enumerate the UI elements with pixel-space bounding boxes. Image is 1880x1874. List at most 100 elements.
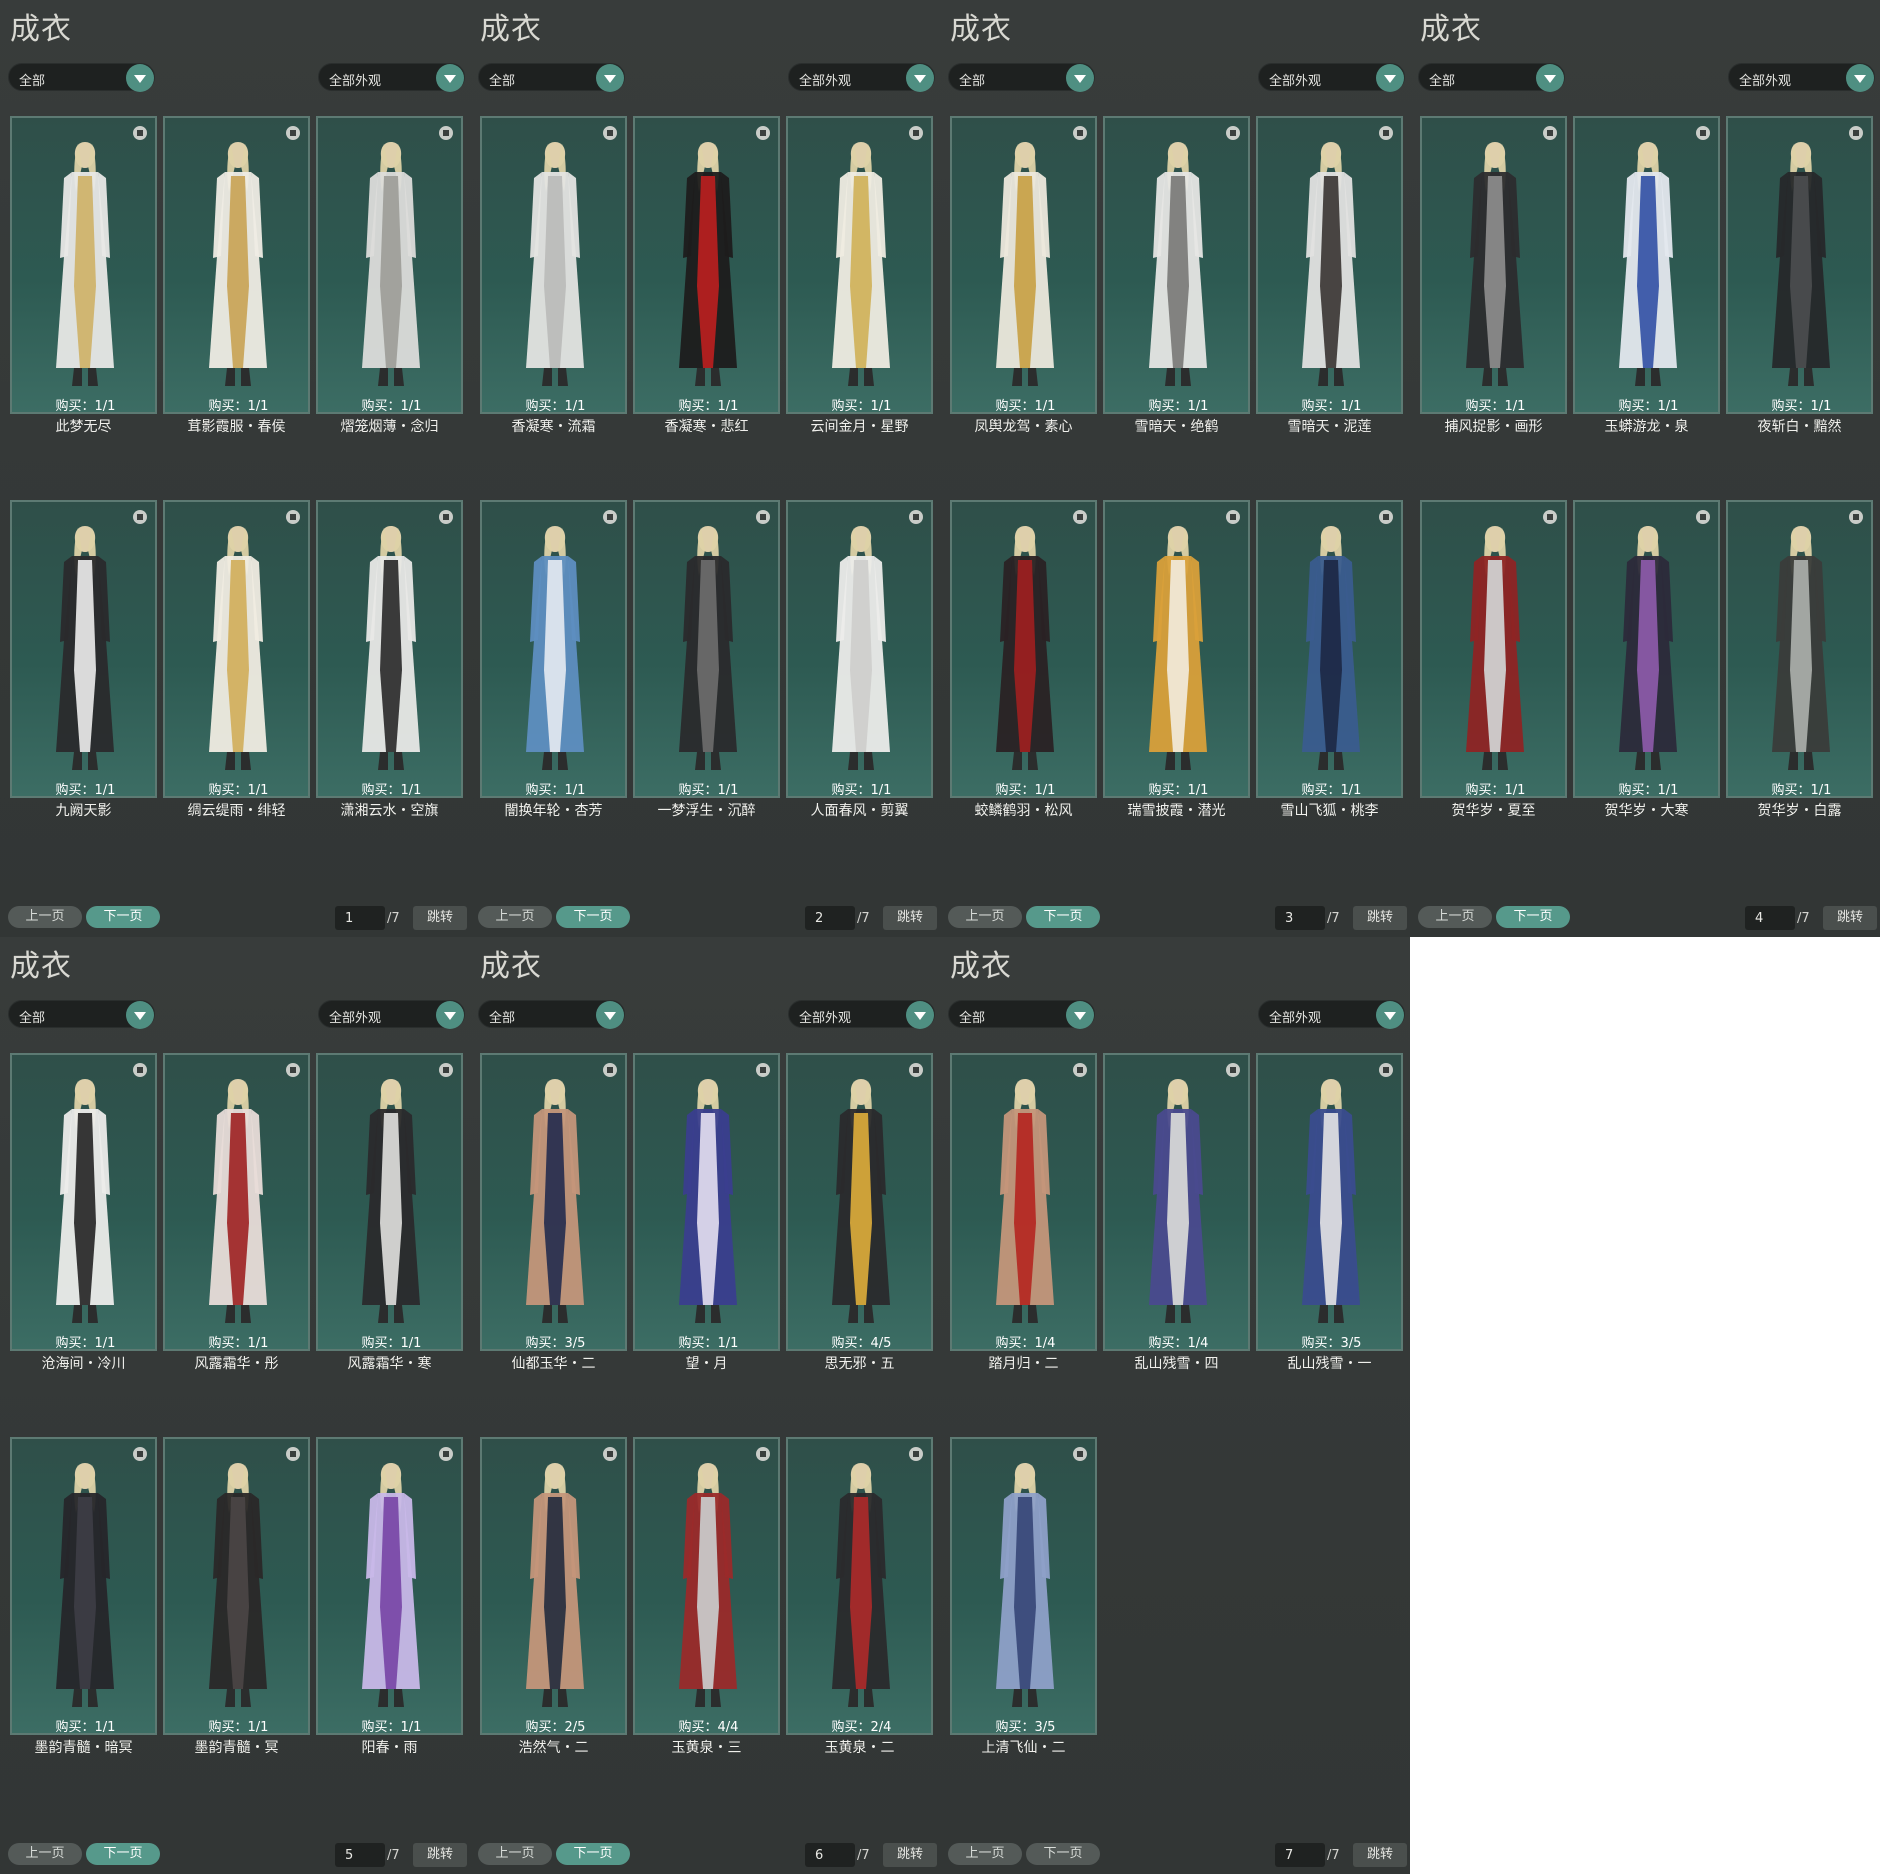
- outfit-card[interactable]: 购买：1/1 云间金月・星野: [786, 116, 933, 435]
- chevron-down-icon[interactable]: [1846, 64, 1874, 92]
- outfit-card[interactable]: 购买：1/1 茸影霞服・春侯: [163, 116, 310, 435]
- outfit-preview[interactable]: 购买：1/1: [316, 1053, 463, 1351]
- outfit-card[interactable]: 购买：1/1 潇湘云水・空旗: [316, 500, 463, 819]
- next-page-button[interactable]: 下一页: [1496, 906, 1570, 928]
- delete-icon[interactable]: [1379, 126, 1393, 140]
- category-dropdown[interactable]: 全部: [948, 63, 1095, 92]
- outfit-card[interactable]: 购买：2/4 玉黄泉・二: [786, 1437, 933, 1756]
- chevron-down-icon[interactable]: [1376, 1001, 1404, 1029]
- delete-icon[interactable]: [909, 510, 923, 524]
- outfit-card[interactable]: 购买：1/1 人面春风・剪翼: [786, 500, 933, 819]
- outfit-preview[interactable]: 购买：1/1: [633, 116, 780, 414]
- chevron-down-icon[interactable]: [126, 64, 154, 92]
- outfit-card[interactable]: 购买：1/1 瑞雪披霞・潜光: [1103, 500, 1250, 819]
- chevron-down-icon[interactable]: [436, 1001, 464, 1029]
- outfit-preview[interactable]: 购买：2/5: [480, 1437, 627, 1735]
- outfit-card[interactable]: 购买：1/1 贺华岁・白露: [1726, 500, 1873, 819]
- next-page-button[interactable]: 下一页: [1026, 1843, 1100, 1865]
- outfit-preview[interactable]: 购买：4/4: [633, 1437, 780, 1735]
- delete-icon[interactable]: [756, 126, 770, 140]
- outfit-preview[interactable]: 购买：1/1: [1726, 500, 1873, 798]
- outfit-preview[interactable]: 购买：4/5: [786, 1053, 933, 1351]
- chevron-down-icon[interactable]: [596, 64, 624, 92]
- delete-icon[interactable]: [286, 510, 300, 524]
- next-page-button[interactable]: 下一页: [1026, 906, 1100, 928]
- jump-button[interactable]: 跳转: [1353, 1843, 1407, 1867]
- appearance-dropdown[interactable]: 全部外观: [318, 63, 465, 92]
- outfit-preview[interactable]: 购买：1/1: [316, 500, 463, 798]
- outfit-card[interactable]: 购买：1/1 沧海间・冷川: [10, 1053, 157, 1372]
- delete-icon[interactable]: [1226, 1063, 1240, 1077]
- delete-icon[interactable]: [1073, 1063, 1087, 1077]
- prev-page-button[interactable]: 上一页: [1418, 906, 1492, 928]
- delete-icon[interactable]: [1226, 126, 1240, 140]
- page-number-input[interactable]: 6/7: [805, 1843, 870, 1867]
- outfit-card[interactable]: 购买：1/1 闇换年轮・杏芳: [480, 500, 627, 819]
- jump-button[interactable]: 跳转: [1353, 906, 1407, 930]
- delete-icon[interactable]: [603, 510, 617, 524]
- outfit-card[interactable]: 购买：3/5 上清飞仙・二: [950, 1437, 1097, 1756]
- appearance-dropdown[interactable]: 全部外观: [788, 1000, 935, 1029]
- chevron-down-icon[interactable]: [1536, 64, 1564, 92]
- outfit-preview[interactable]: 购买：3/5: [480, 1053, 627, 1351]
- outfit-card[interactable]: 购买：1/1 雪暗天・绝鹤: [1103, 116, 1250, 435]
- outfit-preview[interactable]: 购买：1/1: [1420, 500, 1567, 798]
- delete-icon[interactable]: [439, 126, 453, 140]
- outfit-preview[interactable]: 购买：1/1: [10, 116, 157, 414]
- page-number-input[interactable]: 3/7: [1275, 906, 1340, 930]
- delete-icon[interactable]: [756, 1063, 770, 1077]
- outfit-card[interactable]: 购买：1/1 望・月: [633, 1053, 780, 1372]
- prev-page-button[interactable]: 上一页: [948, 1843, 1022, 1865]
- jump-button[interactable]: 跳转: [883, 1843, 937, 1867]
- outfit-preview[interactable]: 购买：1/1: [786, 116, 933, 414]
- delete-icon[interactable]: [1379, 510, 1393, 524]
- prev-page-button[interactable]: 上一页: [478, 1843, 552, 1865]
- category-dropdown[interactable]: 全部: [8, 1000, 155, 1029]
- outfit-preview[interactable]: 购买：1/1: [1573, 116, 1720, 414]
- outfit-preview[interactable]: 购买：1/4: [950, 1053, 1097, 1351]
- appearance-dropdown[interactable]: 全部外观: [1258, 63, 1405, 92]
- outfit-preview[interactable]: 购买：1/1: [1573, 500, 1720, 798]
- delete-icon[interactable]: [1696, 510, 1710, 524]
- delete-icon[interactable]: [756, 1447, 770, 1461]
- outfit-preview[interactable]: 购买：1/1: [163, 1437, 310, 1735]
- jump-button[interactable]: 跳转: [1823, 906, 1877, 930]
- category-dropdown[interactable]: 全部: [948, 1000, 1095, 1029]
- outfit-card[interactable]: 购买：1/1 玉蟒游龙・泉: [1573, 116, 1720, 435]
- delete-icon[interactable]: [1073, 126, 1087, 140]
- outfit-card[interactable]: 购买：1/1 一梦浮生・沉醉: [633, 500, 780, 819]
- next-page-button[interactable]: 下一页: [86, 906, 160, 928]
- outfit-card[interactable]: 购买：3/5 乱山残雪・一: [1256, 1053, 1403, 1372]
- jump-button[interactable]: 跳转: [413, 1843, 467, 1867]
- outfit-preview[interactable]: 购买：1/4: [1103, 1053, 1250, 1351]
- outfit-preview[interactable]: 购买：3/5: [950, 1437, 1097, 1735]
- delete-icon[interactable]: [1379, 1063, 1393, 1077]
- delete-icon[interactable]: [1073, 510, 1087, 524]
- outfit-card[interactable]: 购买：4/4 玉黄泉・三: [633, 1437, 780, 1756]
- outfit-card[interactable]: 购买：1/1 夜斩白・黯然: [1726, 116, 1873, 435]
- delete-icon[interactable]: [1696, 126, 1710, 140]
- outfit-card[interactable]: 购买：1/1 墨韵青髓・暗冥: [10, 1437, 157, 1756]
- outfit-preview[interactable]: 购买：1/1: [10, 1437, 157, 1735]
- outfit-card[interactable]: 购买：1/1 蛟鳞鹤羽・松风: [950, 500, 1097, 819]
- outfit-card[interactable]: 购买：1/1 捕风捉影・画形: [1420, 116, 1567, 435]
- outfit-card[interactable]: 购买：1/1 墨韵青髓・冥: [163, 1437, 310, 1756]
- delete-icon[interactable]: [439, 510, 453, 524]
- outfit-preview[interactable]: 购买：1/1: [1420, 116, 1567, 414]
- outfit-card[interactable]: 购买：1/1 绸云缇雨・绯轻: [163, 500, 310, 819]
- delete-icon[interactable]: [603, 126, 617, 140]
- category-dropdown[interactable]: 全部: [1418, 63, 1565, 92]
- outfit-card[interactable]: 购买：1/1 风露霜华・寒: [316, 1053, 463, 1372]
- prev-page-button[interactable]: 上一页: [478, 906, 552, 928]
- next-page-button[interactable]: 下一页: [556, 906, 630, 928]
- delete-icon[interactable]: [439, 1447, 453, 1461]
- delete-icon[interactable]: [1543, 510, 1557, 524]
- outfit-card[interactable]: 购买：1/1 香凝寒・悲红: [633, 116, 780, 435]
- outfit-card[interactable]: 购买：3/5 仙都玉华・二: [480, 1053, 627, 1372]
- outfit-preview[interactable]: 购买：1/1: [1256, 500, 1403, 798]
- chevron-down-icon[interactable]: [436, 64, 464, 92]
- category-dropdown[interactable]: 全部: [478, 63, 625, 92]
- outfit-card[interactable]: 购买：1/1 贺华岁・夏至: [1420, 500, 1567, 819]
- outfit-preview[interactable]: 购买：1/1: [633, 500, 780, 798]
- page-number-input[interactable]: 7/7: [1275, 1843, 1340, 1867]
